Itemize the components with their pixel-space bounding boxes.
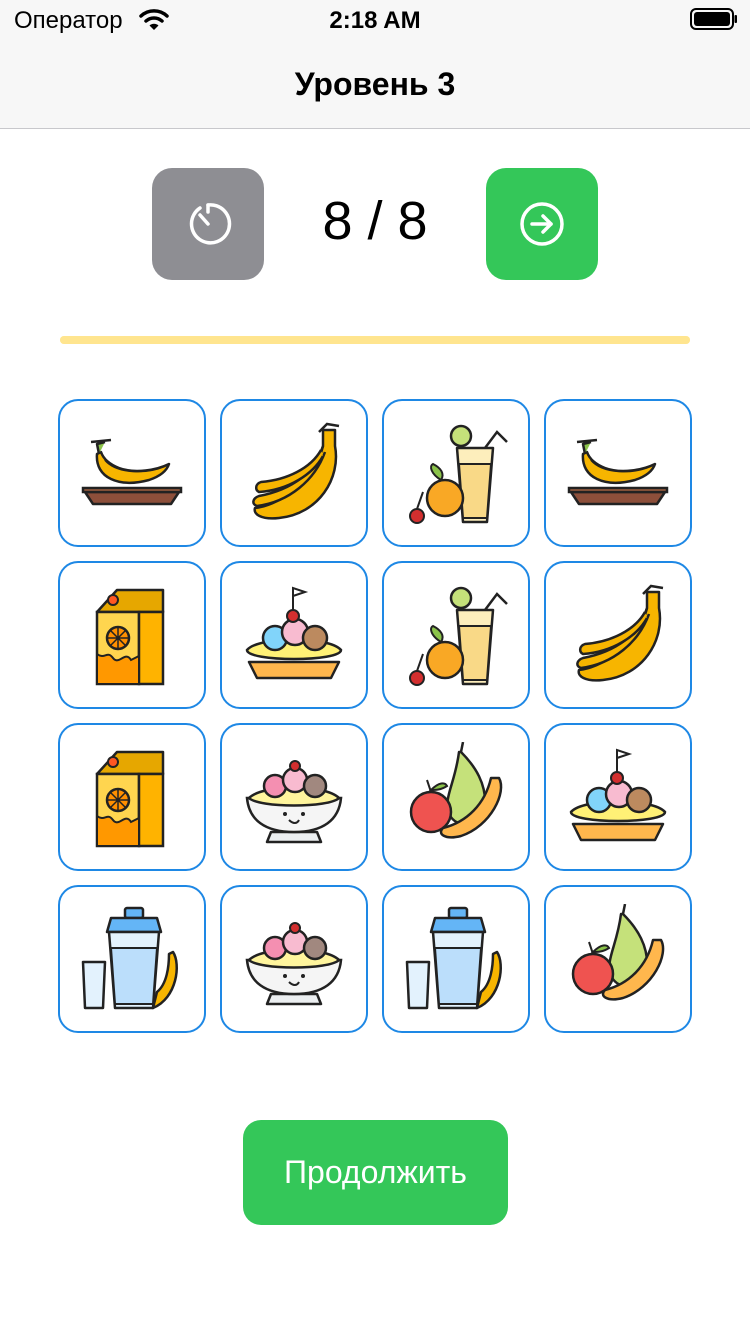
memory-card[interactable] xyxy=(58,399,206,547)
juice-carton-icon xyxy=(77,580,187,690)
timer-icon xyxy=(189,203,232,245)
memory-card[interactable] xyxy=(382,723,530,871)
memory-card[interactable] xyxy=(58,723,206,871)
memory-card[interactable] xyxy=(220,885,368,1033)
memory-card[interactable] xyxy=(544,399,692,547)
banana-split-bowl-icon xyxy=(239,742,349,852)
memory-card[interactable] xyxy=(58,561,206,709)
memory-card[interactable] xyxy=(382,885,530,1033)
battery-icon xyxy=(690,8,737,30)
timer-button[interactable] xyxy=(152,168,264,280)
continue-button[interactable]: Продолжить xyxy=(243,1120,508,1225)
page-title: Уровень 3 xyxy=(294,66,456,102)
arrow-right-circle-icon xyxy=(520,202,564,246)
juice-orange-icon xyxy=(401,418,511,528)
banana-bunch-icon xyxy=(239,418,349,528)
ice-cream-boat-icon xyxy=(563,742,673,852)
memory-card[interactable] xyxy=(220,561,368,709)
banana-bunch-icon xyxy=(563,580,673,690)
banana-plate-icon xyxy=(77,418,187,528)
card-grid xyxy=(58,399,692,1033)
smoothie-jar-icon xyxy=(401,904,511,1014)
memory-card[interactable] xyxy=(220,723,368,871)
memory-card[interactable] xyxy=(58,885,206,1033)
status-time: 2:18 AM xyxy=(329,7,421,34)
status-bar: Оператор 2:18 AM xyxy=(0,0,750,40)
next-button[interactable] xyxy=(486,168,598,280)
fruit-mix-icon xyxy=(563,904,673,1014)
navigation-bar: Уровень 3 xyxy=(0,40,750,129)
banana-plate-icon xyxy=(563,418,673,528)
smoothie-jar-icon xyxy=(77,904,187,1014)
memory-card[interactable] xyxy=(544,723,692,871)
fruit-mix-icon xyxy=(401,742,511,852)
memory-card[interactable] xyxy=(382,561,530,709)
banana-split-bowl-icon xyxy=(239,904,349,1014)
juice-orange-icon xyxy=(401,580,511,690)
match-counter: 8 / 8 xyxy=(322,191,428,251)
juice-carton-icon xyxy=(77,742,187,852)
memory-card[interactable] xyxy=(220,399,368,547)
progress-bar xyxy=(60,336,690,344)
ice-cream-boat-icon xyxy=(239,580,349,690)
memory-card[interactable] xyxy=(544,885,692,1033)
memory-card[interactable] xyxy=(382,399,530,547)
memory-card[interactable] xyxy=(544,561,692,709)
progress-fill xyxy=(60,336,690,344)
